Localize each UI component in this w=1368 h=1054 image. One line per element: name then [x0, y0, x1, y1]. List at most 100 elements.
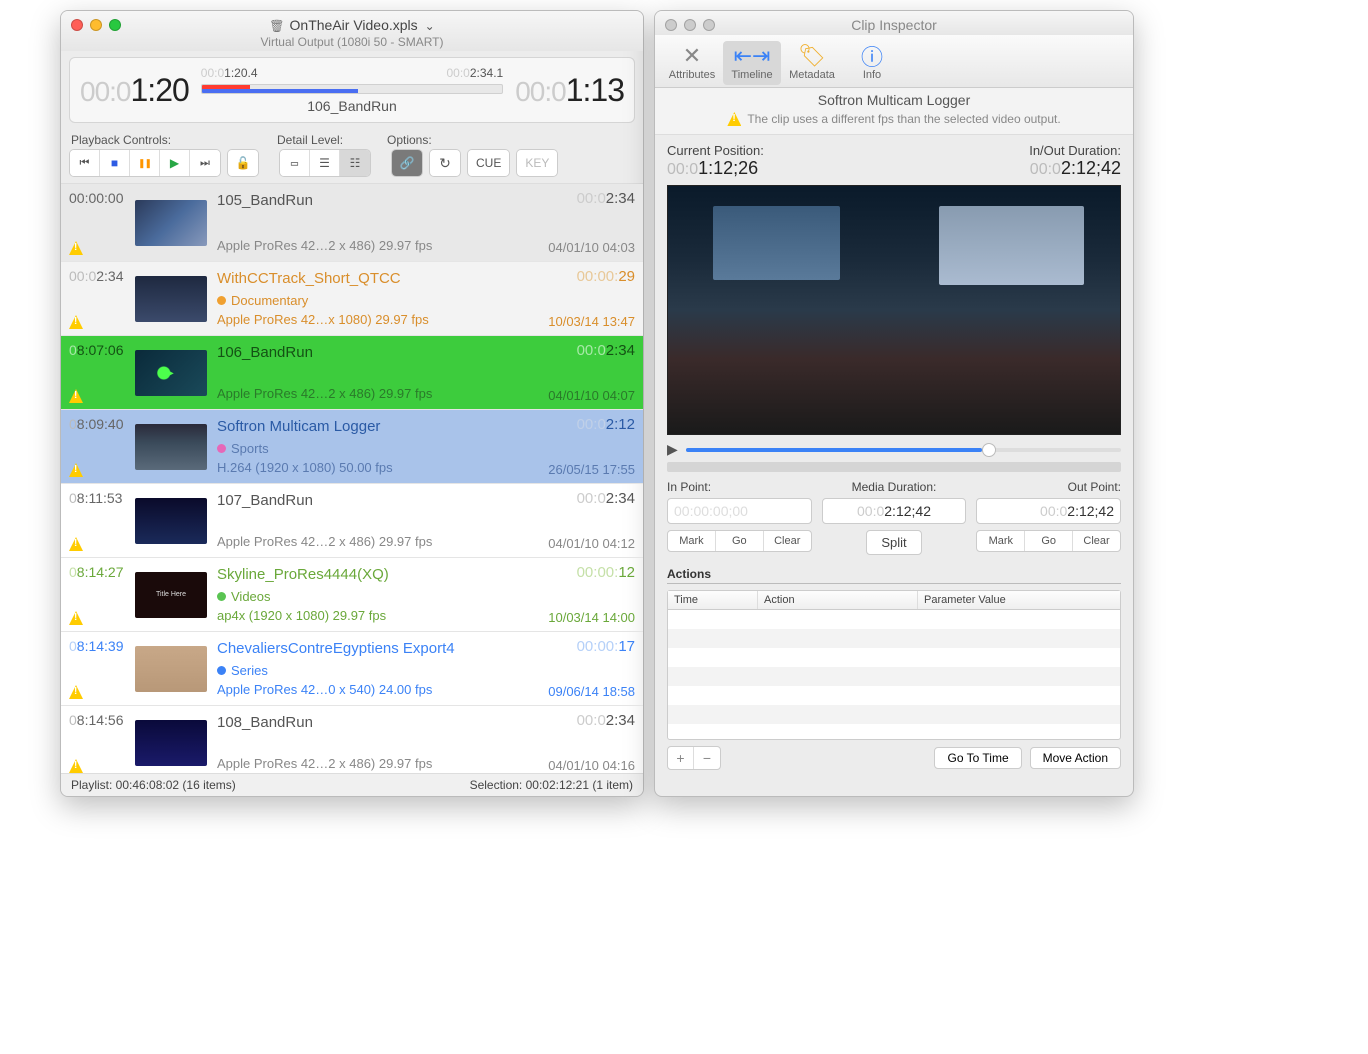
- clip-thumbnail: [135, 720, 207, 766]
- clip-inspector-window: Clip Inspector ✕Attributes ⇤⇥Timeline 🏷M…: [654, 10, 1134, 797]
- warning-icon: [69, 463, 83, 477]
- in-mark-button[interactable]: Mark: [668, 531, 716, 551]
- chevron-down-icon: [423, 17, 435, 33]
- playlist-row[interactable]: 00:02:34 WithCCTrack_Short_QTCC Document…: [61, 262, 643, 336]
- play-button[interactable]: [160, 150, 190, 176]
- close-icon[interactable]: [71, 19, 83, 31]
- tab-metadata[interactable]: 🏷Metadata: [783, 41, 841, 85]
- timecode-panel: 00:01:20 00:01:20.4 00:02:34.1 106_BandR…: [69, 57, 635, 123]
- now-playing-name: 106_BandRun: [201, 98, 503, 114]
- minimize-icon[interactable]: [90, 19, 102, 31]
- media-duration: 00:02:12;42: [822, 498, 967, 524]
- warning-icon: [69, 537, 83, 551]
- actions-table[interactable]: Time Action Parameter Value: [667, 590, 1121, 740]
- go-to-time-button[interactable]: Go To Time: [934, 747, 1021, 769]
- scrubber[interactable]: [686, 448, 1121, 452]
- clip-format: Apple ProRes 42…2 x 486) 29.97 fps: [217, 756, 515, 771]
- out-clear-button[interactable]: Clear: [1073, 531, 1120, 551]
- detail-medium-button[interactable]: ☰: [310, 150, 340, 176]
- elapsed-timecode: 00:01:20: [80, 72, 189, 109]
- split-button[interactable]: Split: [866, 530, 921, 555]
- playlist[interactable]: 00:00:00 105_BandRun Apple ProRes 42…2 x…: [61, 183, 643, 773]
- clip-format: H.264 (1920 x 1080) 50.00 fps: [217, 460, 515, 475]
- col-time[interactable]: Time: [668, 591, 758, 609]
- progress-bar[interactable]: [201, 84, 503, 94]
- clip-format: Apple ProRes 42…2 x 486) 29.97 fps: [217, 534, 515, 549]
- add-action-button[interactable]: +: [668, 747, 694, 769]
- tab-info[interactable]: ⓘInfo: [843, 41, 901, 85]
- preview-play-button[interactable]: ▶: [667, 441, 678, 458]
- clip-format: Apple ProRes 42…x 1080) 29.97 fps: [217, 312, 515, 327]
- clip-duration: 00:02:34: [515, 712, 635, 729]
- zoom-icon[interactable]: [109, 19, 121, 31]
- playlist-row[interactable]: 08:14:39 ChevaliersContreEgyptiens Expor…: [61, 632, 643, 706]
- playlist-row[interactable]: 08:14:56 108_BandRun Apple ProRes 42…2 x…: [61, 706, 643, 773]
- zoom-icon[interactable]: [703, 19, 715, 31]
- chain-button[interactable]: [392, 150, 422, 176]
- minimize-icon[interactable]: [684, 19, 696, 31]
- cue-button[interactable]: CUE: [468, 150, 509, 176]
- tab-attributes[interactable]: ✕Attributes: [663, 41, 721, 85]
- out-mark-button[interactable]: Mark: [977, 531, 1025, 551]
- clip-title: WithCCTrack_Short_QTCC: [217, 270, 515, 287]
- lock-button[interactable]: [228, 150, 258, 176]
- clip-title: ChevaliersContreEgyptiens Export4: [217, 640, 515, 657]
- out-point-field[interactable]: 00:02:12;42: [976, 498, 1121, 524]
- out-point-label: Out Point:: [976, 480, 1121, 494]
- statusbar: Playlist: 00:46:08:02 (16 items) Selecti…: [61, 773, 643, 796]
- next-button[interactable]: [190, 150, 220, 176]
- in-go-button[interactable]: Go: [716, 531, 764, 551]
- detail-label: Detail Level:: [277, 133, 387, 147]
- current-position: 00:01:12;26: [667, 158, 764, 179]
- detail-small-button[interactable]: ▭: [280, 150, 310, 176]
- playback-controls: [69, 149, 221, 177]
- inspector-clip-name: Softron Multicam Logger: [655, 88, 1133, 108]
- playlist-row[interactable]: 00:00:00 105_BandRun Apple ProRes 42…2 x…: [61, 184, 643, 262]
- warning-icon: [727, 112, 741, 126]
- clip-format: Apple ProRes 42…2 x 486) 29.97 fps: [217, 238, 515, 253]
- playback-label: Playback Controls:: [71, 133, 277, 147]
- window-title[interactable]: OnTheAir Video.xpls: [69, 17, 635, 33]
- media-duration-label: Media Duration:: [822, 480, 967, 494]
- col-param[interactable]: Parameter Value: [918, 591, 1120, 609]
- clip-date: 26/05/15 17:55: [515, 462, 635, 477]
- actions-label: Actions: [667, 567, 1121, 584]
- prev-button[interactable]: [70, 150, 100, 176]
- selection-status: Selection: 00:02:12:21 (1 item): [470, 778, 633, 792]
- fps-warning: The clip uses a different fps than the s…: [655, 108, 1133, 135]
- clip-title: Skyline_ProRes4444(XQ): [217, 566, 515, 583]
- key-button[interactable]: KEY: [517, 150, 557, 176]
- clip-thumbnail: [135, 276, 207, 322]
- col-action[interactable]: Action: [758, 591, 918, 609]
- clip-thumbnail: [135, 200, 207, 246]
- loop-button[interactable]: [430, 150, 460, 176]
- clip-duration: 00:02:12: [515, 416, 635, 433]
- playlist-row[interactable]: 08:11:53 107_BandRun Apple ProRes 42…2 x…: [61, 484, 643, 558]
- move-action-button[interactable]: Move Action: [1030, 747, 1121, 769]
- warning-icon: [69, 685, 83, 699]
- clip-thumbnail: [135, 498, 207, 544]
- pause-button[interactable]: [130, 150, 160, 176]
- in-point-label: In Point:: [667, 480, 812, 494]
- in-point-field[interactable]: 00:00:00;00: [667, 498, 812, 524]
- stop-button[interactable]: [100, 150, 130, 176]
- playlist-row[interactable]: 08:07:06 106_BandRun Apple ProRes 42…2 x…: [61, 336, 643, 410]
- in-clear-button[interactable]: Clear: [764, 531, 811, 551]
- clip-category: Documentary: [231, 293, 308, 308]
- close-icon[interactable]: [665, 19, 677, 31]
- clip-duration: 00:00:17: [515, 638, 635, 655]
- clip-date: 04/01/10 04:16: [515, 758, 635, 773]
- playlist-row[interactable]: 08:14:27 Title Here Skyline_ProRes4444(X…: [61, 558, 643, 632]
- timeline-strip[interactable]: [667, 462, 1121, 472]
- trash-icon: [269, 17, 284, 33]
- detail-large-button[interactable]: ☷: [340, 150, 370, 176]
- clip-date: 10/03/14 14:00: [515, 610, 635, 625]
- clip-date: 10/03/14 13:47: [515, 314, 635, 329]
- tab-timeline[interactable]: ⇤⇥Timeline: [723, 41, 781, 85]
- titlebar: OnTheAir Video.xpls Virtual Output (1080…: [61, 11, 643, 51]
- out-go-button[interactable]: Go: [1025, 531, 1073, 551]
- clip-category: Videos: [231, 589, 271, 604]
- remove-action-button[interactable]: −: [694, 747, 720, 769]
- clip-title: Softron Multicam Logger: [217, 418, 515, 435]
- playlist-row[interactable]: 08:09:40 Softron Multicam Logger Sports …: [61, 410, 643, 484]
